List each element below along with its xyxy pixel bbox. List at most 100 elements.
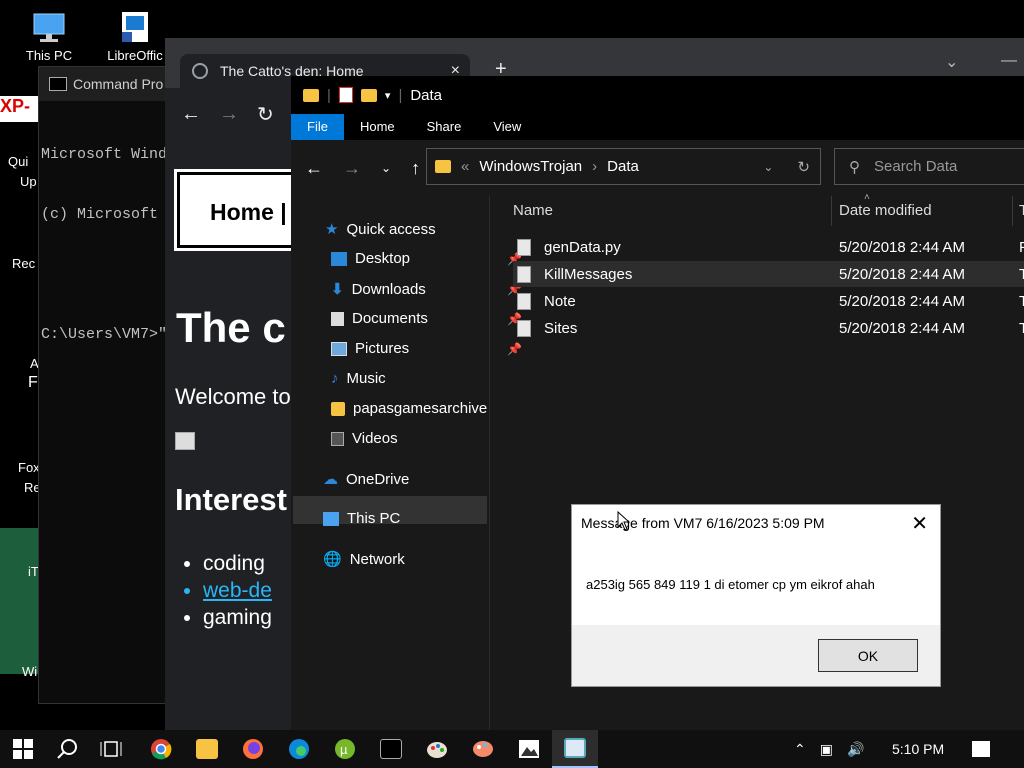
back-arrow-icon[interactable]: ← xyxy=(181,103,201,126)
file-name: genData.py xyxy=(544,238,621,256)
ribbon-tab-file[interactable]: File xyxy=(291,114,344,140)
partial-app-tile xyxy=(0,528,40,674)
task-view-button[interactable] xyxy=(88,730,134,768)
taskbar-edge[interactable] xyxy=(276,730,322,768)
refresh-icon[interactable]: ↻ xyxy=(797,158,810,176)
column-header-date[interactable]: Date modified xyxy=(839,202,932,219)
column-header-name[interactable]: Name xyxy=(513,202,553,219)
taskbar-command-prompt[interactable] xyxy=(368,730,414,768)
search-box[interactable]: ⚲ Search Data xyxy=(834,148,1024,185)
cmd-title: Command Pro xyxy=(73,76,164,92)
breadcrumb-item[interactable]: WindowsTrojan xyxy=(479,158,582,175)
recent-locations-icon[interactable]: ⌄ xyxy=(381,161,391,175)
start-button[interactable] xyxy=(0,730,46,768)
file-icon xyxy=(517,265,531,283)
minimize-icon[interactable]: — xyxy=(1001,52,1017,70)
file-name: KillMessages xyxy=(544,265,633,283)
file-row[interactable]: KillMessages 5/20/2018 2:44 AM T xyxy=(513,261,1024,287)
command-prompt-window[interactable]: Command Pro Microsoft Wind (c) Microsoft… xyxy=(38,66,178,704)
taskbar-photos[interactable] xyxy=(506,730,552,768)
overflow-chevron-icon[interactable]: « xyxy=(461,158,469,175)
column-separator[interactable] xyxy=(831,196,832,226)
folder-icon xyxy=(435,160,451,173)
reload-icon[interactable]: ↻ xyxy=(257,102,274,127)
nav-videos[interactable]: Videos xyxy=(331,430,398,447)
list-item-link[interactable]: web-de xyxy=(203,577,272,604)
pin-icon[interactable]: 📌 xyxy=(507,342,522,356)
ribbon-tab-view[interactable]: View xyxy=(477,114,537,140)
pane-divider[interactable] xyxy=(489,196,490,730)
ribbon-tab-share[interactable]: Share xyxy=(411,114,478,140)
volume-icon[interactable]: 🔊 xyxy=(847,741,864,758)
nav-onedrive[interactable]: ☁ OneDrive xyxy=(323,470,409,489)
site-nav-home-link[interactable]: Home | xyxy=(210,199,287,226)
section-heading: Interest xyxy=(175,482,287,517)
nav-desktop[interactable]: Desktop 📌 xyxy=(331,250,522,267)
cmd-titlebar[interactable]: Command Pro xyxy=(39,67,177,101)
new-folder-icon[interactable] xyxy=(360,88,377,102)
utorrent-icon: µ xyxy=(335,739,355,759)
nav-quick-access[interactable]: ★ Quick access xyxy=(325,220,436,239)
column-separator[interactable] xyxy=(1012,196,1013,226)
back-arrow-icon[interactable]: ← xyxy=(305,158,323,179)
taskbar-firefox[interactable] xyxy=(230,730,276,768)
dialog-message: a253ig 565 849 119 1 di etomer cp ym eik… xyxy=(586,577,875,592)
column-header-type[interactable]: T xyxy=(1019,202,1024,219)
chevron-down-icon[interactable]: ⌄ xyxy=(945,52,958,72)
file-row[interactable]: genData.py 5/20/2018 2:44 AM P xyxy=(513,234,1024,260)
file-icon xyxy=(517,319,531,337)
taskbar-paint-3d[interactable] xyxy=(460,730,506,768)
navigation-pane: ★ Quick access Desktop 📌 ⬇ Downloads 📌 D… xyxy=(291,196,522,730)
notification-icon xyxy=(972,741,990,757)
desktop-icon-libreoffice[interactable]: LibreOffic xyxy=(100,12,170,63)
folder-icon xyxy=(303,88,319,102)
broken-image-icon xyxy=(175,432,195,450)
file-row[interactable]: Note 5/20/2018 2:44 AM T xyxy=(513,288,1024,314)
taskbar-message-app[interactable] xyxy=(552,730,598,768)
palette-icon xyxy=(473,741,493,757)
breadcrumb-item[interactable]: Data xyxy=(607,158,639,175)
file-type: P xyxy=(1019,239,1024,256)
ribbon-tab-home[interactable]: Home xyxy=(344,114,411,140)
list-item: coding xyxy=(203,550,272,577)
taskbar-utorrent[interactable]: µ xyxy=(322,730,368,768)
taskbar-paint[interactable] xyxy=(414,730,460,768)
ok-button[interactable]: OK xyxy=(818,639,918,672)
quick-access-dropdown-icon[interactable]: ▾ xyxy=(385,89,391,102)
breadcrumb-chevron-icon[interactable]: › xyxy=(592,158,597,175)
up-arrow-icon[interactable]: ↑ xyxy=(411,158,420,179)
taskbar-file-explorer[interactable] xyxy=(184,730,230,768)
taskbar: µ ⌃ ▣ 🔊 5:10 PM xyxy=(0,730,1024,768)
explorer-titlebar[interactable]: | ▾ | Data xyxy=(291,76,1024,114)
taskbar-chrome[interactable] xyxy=(138,730,184,768)
dialog-footer: OK xyxy=(572,625,940,686)
search-button[interactable] xyxy=(44,730,90,768)
forward-arrow-icon[interactable]: → xyxy=(219,103,239,126)
file-name: Note xyxy=(544,292,576,310)
nav-music[interactable]: ♪ Music xyxy=(331,370,386,387)
chevron-up-icon[interactable]: ⌃ xyxy=(794,741,806,758)
nav-label: Downloads xyxy=(351,280,426,298)
clock[interactable]: 5:10 PM xyxy=(892,730,944,768)
properties-icon[interactable] xyxy=(338,87,353,103)
close-icon[interactable]: ✕ xyxy=(911,511,928,536)
nav-documents[interactable]: Documents 📌 xyxy=(331,310,522,327)
file-row[interactable]: Sites 5/20/2018 2:44 AM T xyxy=(513,315,1024,341)
message-dialog[interactable]: Message from VM7 6/16/2023 5:09 PM ✕ a25… xyxy=(571,504,941,687)
nav-network[interactable]: 🌐 Network xyxy=(323,550,405,569)
nav-papasgamesarchive[interactable]: papasgamesarchive xyxy=(331,400,487,417)
monitor-icon xyxy=(323,511,339,526)
address-bar[interactable]: « WindowsTrojan › Data ⌄ ↻ xyxy=(426,148,821,185)
folder-icon xyxy=(196,739,218,759)
cmd-output[interactable]: Microsoft Wind (c) Microsoft C:\Users\VM… xyxy=(39,101,177,389)
notification-button[interactable] xyxy=(972,730,990,768)
address-dropdown-icon[interactable]: ⌄ xyxy=(763,160,773,174)
network-icon[interactable]: ▣ xyxy=(820,741,833,758)
desktop-icon-this-pc[interactable]: This PC xyxy=(14,12,84,63)
forward-arrow-icon[interactable]: → xyxy=(343,158,361,179)
nav-this-pc[interactable]: This PC xyxy=(323,510,400,527)
nav-downloads[interactable]: ⬇ Downloads 📌 xyxy=(331,280,522,299)
nav-pictures[interactable]: Pictures 📌 xyxy=(331,340,522,357)
welcome-text: Welcome to xyxy=(175,384,291,409)
nav-label: Desktop xyxy=(355,250,411,267)
